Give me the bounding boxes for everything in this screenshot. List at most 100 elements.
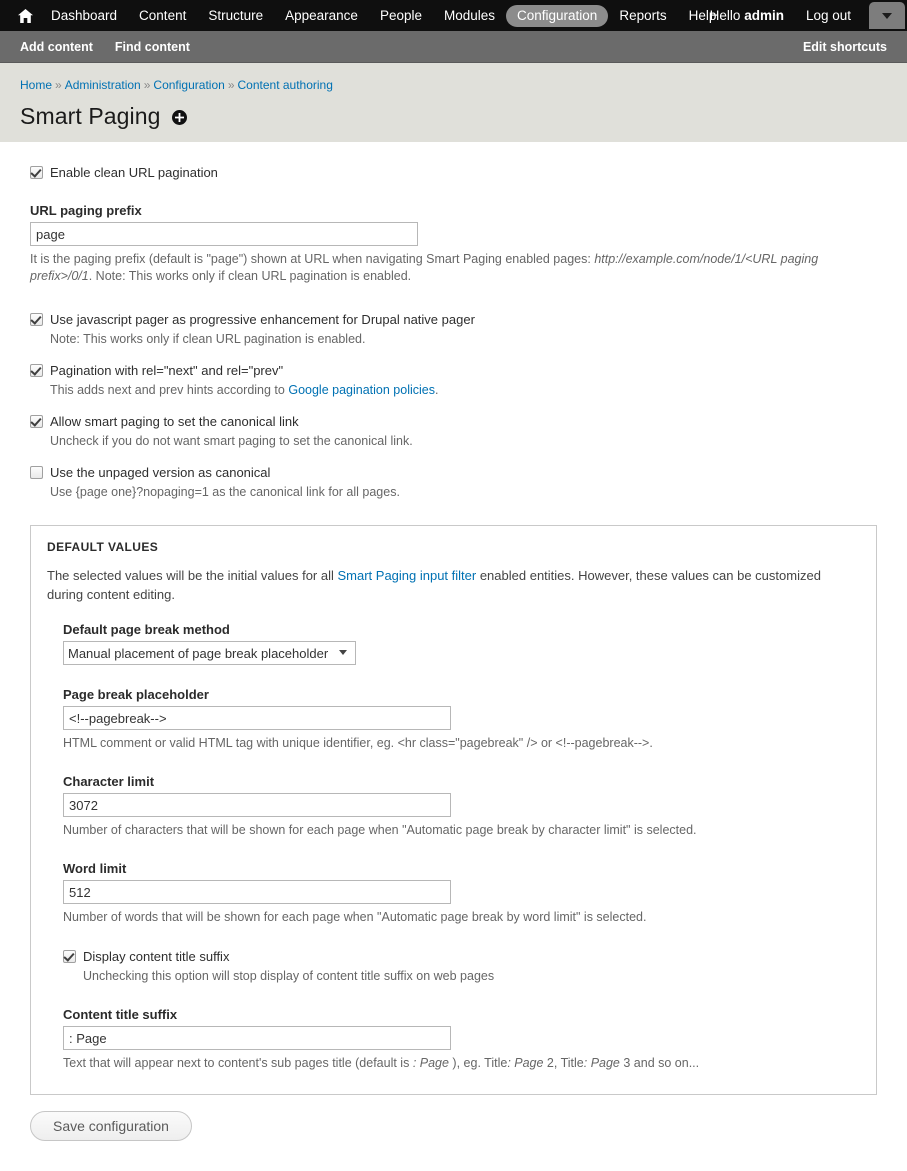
suffix-desc-1: Text that will appear next to content's … <box>63 1056 413 1070</box>
checkbox-row-display-title-suffix[interactable]: Display content title suffix <box>63 948 860 965</box>
checkbox-label-js-pager[interactable]: Use javascript pager as progressive enha… <box>50 311 475 328</box>
edit-shortcuts-link[interactable]: Edit shortcuts <box>803 40 887 54</box>
checkbox-label-rel-next-prev[interactable]: Pagination with rel="next" and rel="prev… <box>50 362 283 379</box>
suffix-desc-em-3: : Page <box>583 1056 620 1070</box>
checkbox-label-enable-clean-url[interactable]: Enable clean URL pagination <box>50 164 218 181</box>
toolbar-menu: Dashboard Content Structure Appearance P… <box>40 0 727 31</box>
link-smart-paging-input-filter[interactable]: Smart Paging input filter <box>337 568 476 583</box>
toolbar-item-content[interactable]: Content <box>128 5 197 27</box>
field-character-limit: Character limit Number of characters tha… <box>63 774 860 839</box>
description-character-limit: Number of characters that will be shown … <box>63 823 697 837</box>
note-unpaged-canonical: Use {page one}?nopaging=1 as the canonic… <box>50 485 400 499</box>
toolbar-item-dashboard[interactable]: Dashboard <box>40 5 128 27</box>
save-configuration-button[interactable]: Save configuration <box>30 1111 192 1141</box>
note-text-prefix: This adds next and prev hints according … <box>50 383 289 397</box>
field-js-pager: Use javascript pager as progressive enha… <box>30 311 877 348</box>
logout-link[interactable]: Log out <box>794 5 863 26</box>
toolbar-item-structure[interactable]: Structure <box>197 5 274 27</box>
suffix-desc-3: 2, Title <box>543 1056 584 1070</box>
fieldset-description-default-values: The selected values will be the initial … <box>47 566 860 604</box>
field-canonical: Allow smart paging to set the canonical … <box>30 413 877 450</box>
description-word-limit: Number of words that will be shown for e… <box>63 910 647 924</box>
checkbox-unpaged-canonical[interactable] <box>30 466 43 479</box>
note-rel-next-prev: This adds next and prev hints according … <box>50 382 877 399</box>
description-content-title-suffix: Text that will appear next to content's … <box>63 1055 860 1072</box>
note-display-title-suffix: Unchecking this option will stop display… <box>83 969 495 983</box>
label-page-break-placeholder: Page break placeholder <box>63 687 209 702</box>
title-row: Smart Paging <box>20 102 887 130</box>
checkbox-canonical[interactable] <box>30 415 43 428</box>
toolbar-user-area: Hello admin Log out <box>700 0 863 31</box>
label-content-title-suffix: Content title suffix <box>63 1007 178 1022</box>
page-title: Smart Paging <box>20 103 161 129</box>
checkbox-display-title-suffix[interactable] <box>63 950 76 963</box>
checkbox-label-display-title-suffix[interactable]: Display content title suffix <box>83 948 229 965</box>
checkbox-label-unpaged-canonical[interactable]: Use the unpaged version as canonical <box>50 464 270 481</box>
description-url-paging-prefix: It is the paging prefix (default is "pag… <box>30 251 877 285</box>
input-page-break-placeholder[interactable] <box>63 706 451 730</box>
checkbox-row-rel-next-prev[interactable]: Pagination with rel="next" and rel="prev… <box>30 362 877 379</box>
toolbar-item-appearance[interactable]: Appearance <box>274 5 369 27</box>
toolbar-item-modules[interactable]: Modules <box>433 5 506 27</box>
note-canonical: Uncheck if you do not want smart paging … <box>50 434 413 448</box>
fieldset-legend-default-values: DEFAULT VALUES <box>47 540 159 554</box>
shortcut-find-content[interactable]: Find content <box>115 40 190 54</box>
checkbox-row-clean-url[interactable]: Enable clean URL pagination <box>30 164 877 181</box>
breadcrumb-item-content-authoring[interactable]: Content authoring <box>238 78 333 92</box>
main-content: Enable clean URL pagination URL paging p… <box>0 142 907 1095</box>
select-wrap-page-break-method: Manual placement of page break placehold… <box>63 641 356 665</box>
field-enable-clean-url: Enable clean URL pagination <box>30 164 877 181</box>
breadcrumb-item-home[interactable]: Home <box>20 78 52 92</box>
checkbox-row-unpaged-canonical[interactable]: Use the unpaged version as canonical <box>30 464 877 481</box>
input-content-title-suffix[interactable] <box>63 1026 451 1050</box>
checkbox-enable-clean-url[interactable] <box>30 166 43 179</box>
breadcrumb-item-administration[interactable]: Administration <box>65 78 141 92</box>
toolbar-item-people[interactable]: People <box>369 5 433 27</box>
input-character-limit[interactable] <box>63 793 451 817</box>
breadcrumb-separator: » <box>55 78 62 92</box>
checkbox-label-canonical[interactable]: Allow smart paging to set the canonical … <box>50 413 299 430</box>
user-name[interactable]: admin <box>744 8 784 23</box>
user-greeting: Hello admin <box>700 5 794 26</box>
shortcut-bar: Add content Find content Edit shortcuts <box>0 31 907 63</box>
field-rel-next-prev: Pagination with rel="next" and rel="prev… <box>30 362 877 399</box>
toolbar-collapse-button[interactable] <box>869 2 905 29</box>
fieldset-desc-text-1: The selected values will be the initial … <box>47 568 338 583</box>
greeting-text: Hello <box>709 8 745 23</box>
add-shortcut-icon[interactable] <box>171 110 187 125</box>
toolbar-item-configuration[interactable]: Configuration <box>506 4 609 27</box>
page-header-band: Home» Administration» Configuration» Conten… <box>0 63 907 142</box>
input-word-limit[interactable] <box>63 880 451 904</box>
label-url-paging-prefix: URL paging prefix <box>30 203 142 218</box>
home-button[interactable] <box>10 0 40 31</box>
checkbox-row-js-pager[interactable]: Use javascript pager as progressive enha… <box>30 311 877 328</box>
field-word-limit: Word limit Number of words that will be … <box>63 861 860 926</box>
link-google-pagination-policies[interactable]: Google pagination policies <box>288 383 435 397</box>
checkbox-rel-next-prev[interactable] <box>30 364 43 377</box>
field-content-title-suffix: Content title suffix Text that will appe… <box>63 1007 860 1072</box>
suffix-desc-em-1: : Page <box>412 1056 449 1070</box>
suffix-desc-4: 3 and so on... <box>619 1056 700 1070</box>
default-values-fieldset: DEFAULT VALUES The selected values will … <box>30 525 877 1095</box>
checkbox-js-pager[interactable] <box>30 313 43 326</box>
shortcut-add-content[interactable]: Add content <box>20 40 93 54</box>
admin-toolbar: Dashboard Content Structure Appearance P… <box>0 0 907 31</box>
label-word-limit: Word limit <box>63 861 127 876</box>
field-url-paging-prefix: URL paging prefix It is the paging prefi… <box>30 203 877 285</box>
fieldset-body: Default page break method Manual placeme… <box>47 622 860 1072</box>
checkbox-row-canonical[interactable]: Allow smart paging to set the canonical … <box>30 413 877 430</box>
description-page-break-placeholder: HTML comment or valid HTML tag with uniq… <box>63 736 653 750</box>
field-unpaged-canonical: Use the unpaged version as canonical Use… <box>30 464 877 501</box>
toolbar-item-reports[interactable]: Reports <box>608 5 677 27</box>
form-actions: Save configuration <box>0 1095 907 1171</box>
breadcrumb: Home» Administration» Configuration» Conten… <box>20 77 887 93</box>
field-page-break-placeholder: Page break placeholder HTML comment or v… <box>63 687 860 752</box>
breadcrumb-item-configuration[interactable]: Configuration <box>153 78 224 92</box>
suffix-desc-2: ), eg. Title <box>448 1056 508 1070</box>
note-js-pager: Note: This works only if clean URL pagin… <box>50 332 366 346</box>
desc-text-2: . Note: This works only if clean URL pag… <box>88 269 412 283</box>
note-text-suffix: . <box>434 383 439 397</box>
select-default-page-break-method[interactable]: Manual placement of page break placehold… <box>63 641 356 665</box>
desc-text-1: It is the paging prefix (default is "pag… <box>30 252 595 266</box>
input-url-paging-prefix[interactable] <box>30 222 418 246</box>
